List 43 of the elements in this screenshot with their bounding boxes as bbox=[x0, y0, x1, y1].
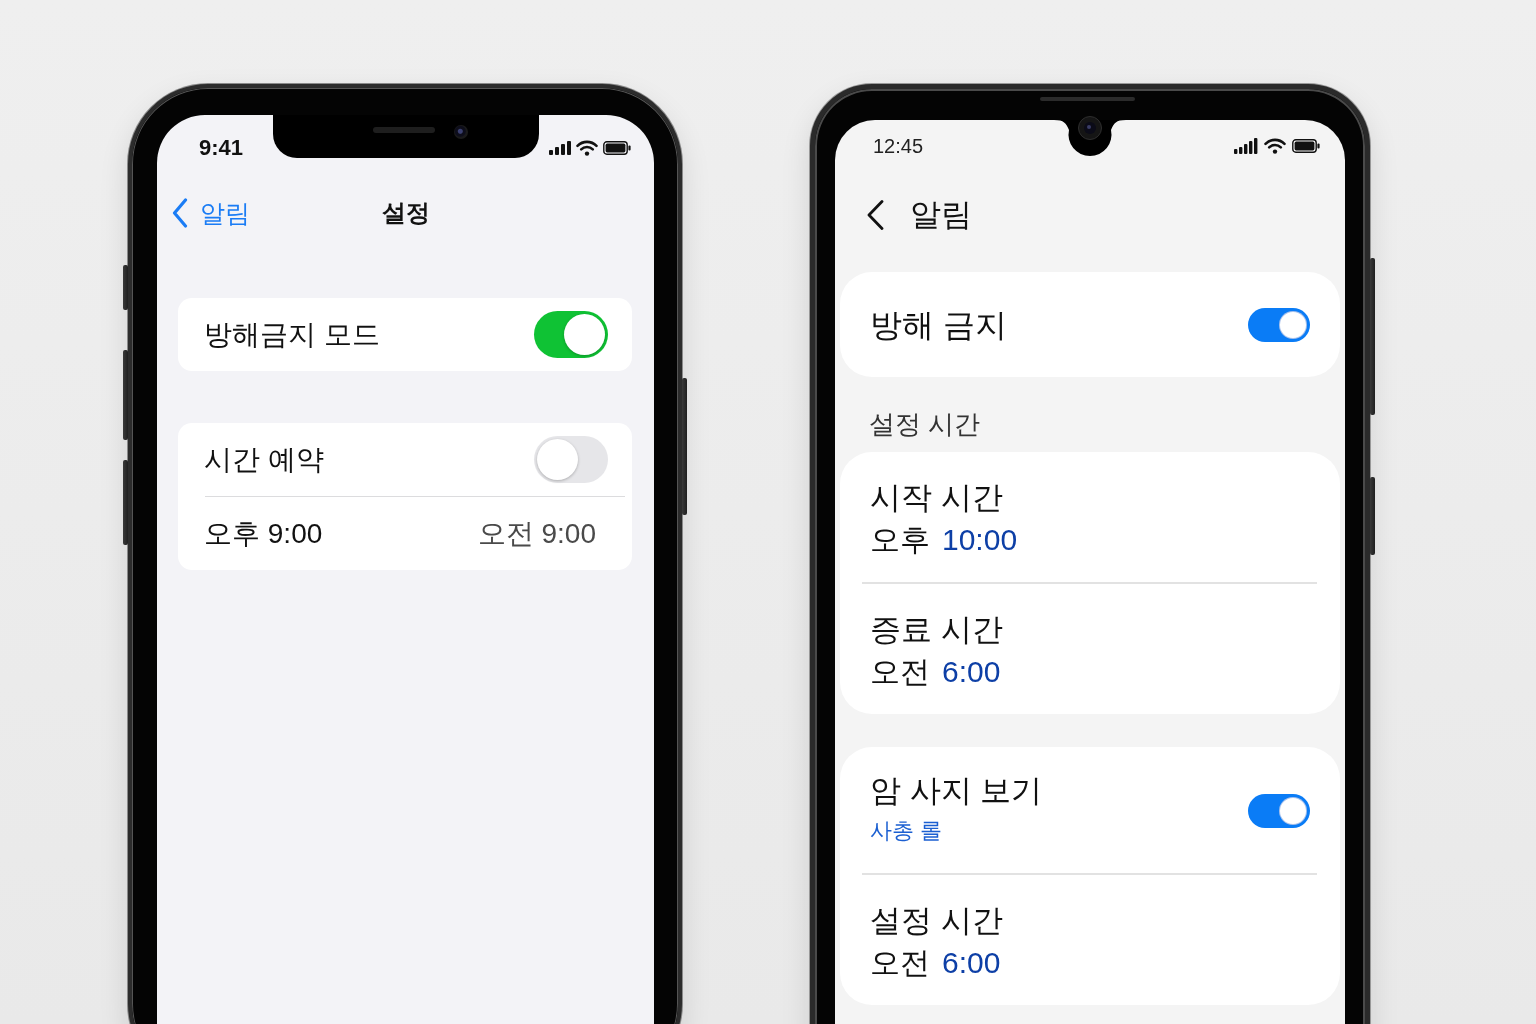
time-period: 오전 bbox=[870, 945, 930, 981]
setting-label: 설정 시간 bbox=[870, 902, 1003, 940]
speaker-grille-icon bbox=[1040, 97, 1135, 101]
back-button[interactable]: 알림 bbox=[172, 197, 250, 229]
wifi-icon bbox=[1264, 138, 1286, 154]
schedule-end-time[interactable]: 오전 9:00 bbox=[477, 514, 596, 553]
status-time: 12:45 bbox=[873, 134, 924, 159]
signal-icon bbox=[1234, 138, 1258, 154]
screen-title: 알림 bbox=[910, 196, 972, 234]
time-value[interactable]: 6:00 bbox=[942, 650, 1001, 694]
wifi-icon bbox=[576, 140, 598, 156]
time-value[interactable]: 10:00 bbox=[942, 518, 1018, 562]
screen-title: 설정 bbox=[381, 198, 430, 228]
speaker-grille-icon bbox=[372, 127, 435, 133]
section-header: 설정 시간 bbox=[869, 410, 981, 438]
toggle-switch[interactable] bbox=[1248, 794, 1310, 828]
battery-icon bbox=[603, 141, 631, 155]
battery-icon bbox=[1292, 139, 1320, 153]
time-value[interactable]: 6:00 bbox=[942, 941, 1001, 985]
side-button[interactable] bbox=[1370, 477, 1375, 555]
side-button[interactable] bbox=[682, 378, 687, 515]
setting-label: 증료 시간 bbox=[870, 611, 1003, 649]
camera-icon bbox=[1078, 116, 1102, 140]
toggle-switch[interactable] bbox=[534, 311, 608, 358]
schedule-start-time[interactable]: 오후 9:00 bbox=[204, 514, 323, 553]
chevron-left-icon bbox=[172, 198, 188, 228]
side-button[interactable] bbox=[123, 350, 128, 440]
time-period: 오후 bbox=[870, 522, 930, 558]
side-button[interactable] bbox=[123, 460, 128, 545]
setting-label: 방해금지 모드 bbox=[204, 317, 380, 352]
camera-icon bbox=[453, 125, 468, 139]
setting-label: 시간 예약 bbox=[204, 442, 324, 477]
signal-icon bbox=[549, 141, 571, 155]
toggle-switch[interactable] bbox=[534, 436, 608, 483]
setting-sublabel: 사총 롤 bbox=[870, 817, 943, 845]
time-period: 오전 bbox=[870, 654, 930, 690]
toggle-switch[interactable] bbox=[1248, 307, 1310, 342]
setting-label: 방해 금지 bbox=[870, 305, 1007, 345]
setting-label: 시작 시간 bbox=[870, 479, 1003, 517]
setting-label: 암 사지 보기 bbox=[870, 772, 1043, 810]
status-time: 9:41 bbox=[199, 134, 244, 162]
side-button[interactable] bbox=[123, 265, 128, 310]
side-button[interactable] bbox=[1370, 258, 1375, 415]
